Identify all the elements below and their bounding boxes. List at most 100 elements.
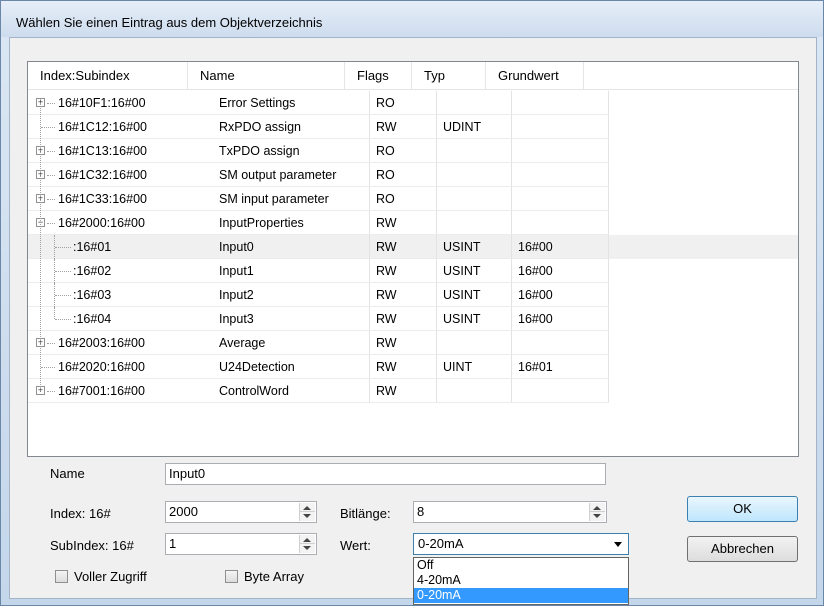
row-index-text: :16#02 bbox=[73, 264, 112, 278]
column-header-index[interactable]: Index:Subindex bbox=[28, 62, 188, 90]
value-selected: 0-20mA bbox=[418, 536, 464, 551]
row-name-cell: ControlWord bbox=[213, 379, 370, 403]
row-default-cell: 16#00 bbox=[512, 283, 609, 307]
tree-connector-line bbox=[54, 307, 55, 319]
row-index-cell: 16#1C12:16#00 bbox=[28, 115, 213, 139]
row-flags-cell: RW bbox=[370, 115, 437, 139]
row-type-cell bbox=[437, 331, 512, 355]
row-name-cell: InputProperties bbox=[213, 211, 370, 235]
row-index-cell: 16#2020:16#00 bbox=[28, 355, 213, 379]
column-header-type[interactable]: Typ bbox=[412, 62, 486, 90]
row-flags-cell: RO bbox=[370, 139, 437, 163]
tree-connector-line bbox=[47, 343, 55, 344]
object-directory-tree[interactable]: Index:Subindex Name Flags Typ Grundwert … bbox=[27, 61, 799, 457]
value-option-off[interactable]: Off bbox=[414, 558, 628, 573]
tree-connector-line bbox=[41, 127, 55, 128]
byte-array-checkbox[interactable] bbox=[225, 570, 238, 583]
row-index-cell: +16#1C32:16#00 bbox=[28, 163, 213, 187]
row-flags-cell: RW bbox=[370, 235, 437, 259]
value-combobox[interactable]: 0-20mA bbox=[413, 533, 629, 555]
row-default-cell bbox=[512, 211, 609, 235]
row-index-cell: −16#2000:16#00 bbox=[28, 211, 213, 235]
row-name-cell: Input3 bbox=[213, 307, 370, 331]
subindex-spinner[interactable] bbox=[299, 535, 315, 553]
tree-row[interactable]: :16#02 Input1 RW USINT 16#00 bbox=[28, 259, 798, 283]
full-access-checkbox[interactable] bbox=[55, 570, 68, 583]
row-index-text: 16#1C33:16#00 bbox=[58, 192, 147, 206]
bitlength-value: 8 bbox=[417, 504, 425, 519]
subindex-field[interactable]: 1 bbox=[165, 533, 317, 555]
tree-connector-line bbox=[41, 367, 55, 368]
tree-row[interactable]: −16#2000:16#00 InputProperties RW bbox=[28, 211, 798, 235]
ok-button[interactable]: OK bbox=[687, 496, 798, 522]
column-header-flags[interactable]: Flags bbox=[345, 62, 412, 90]
row-flags-cell: RW bbox=[370, 307, 437, 331]
row-type-cell bbox=[437, 139, 512, 163]
value-option-4-20ma[interactable]: 4-20mA bbox=[414, 573, 628, 588]
row-name-cell: Error Settings bbox=[213, 91, 370, 115]
tree-connector-line bbox=[55, 319, 71, 320]
row-name-cell: U24Detection bbox=[213, 355, 370, 379]
dialog-title: Wählen Sie einen Eintrag aus dem Objektv… bbox=[16, 15, 323, 30]
bitlength-field[interactable]: 8 bbox=[413, 501, 607, 523]
row-index-cell: +16#10F1:16#00 bbox=[28, 91, 213, 115]
row-default-cell bbox=[512, 139, 609, 163]
column-header-default[interactable]: Grundwert bbox=[486, 62, 584, 90]
tree-connector-line bbox=[55, 295, 71, 296]
subindex-label: SubIndex: 16# bbox=[50, 538, 134, 553]
tree-row[interactable]: +16#10F1:16#00 Error Settings RO bbox=[28, 91, 798, 115]
index-spinner[interactable] bbox=[299, 503, 315, 521]
row-default-cell: 16#00 bbox=[512, 235, 609, 259]
row-name-cell: Average bbox=[213, 331, 370, 355]
row-index-text: :16#01 bbox=[73, 240, 112, 254]
row-index-text: 16#2020:16#00 bbox=[58, 360, 145, 374]
row-default-cell: 16#01 bbox=[512, 355, 609, 379]
row-type-cell bbox=[437, 211, 512, 235]
index-value: 2000 bbox=[169, 504, 198, 519]
tree-row[interactable]: 16#2020:16#00 U24Detection RW UINT 16#01 bbox=[28, 355, 798, 379]
tree-row[interactable]: +16#1C32:16#00 SM output parameter RO bbox=[28, 163, 798, 187]
row-type-cell: USINT bbox=[437, 307, 512, 331]
row-flags-cell: RW bbox=[370, 379, 437, 403]
row-index-text: 16#1C32:16#00 bbox=[58, 168, 147, 182]
tree-row[interactable]: 16#1C12:16#00 RxPDO assign RW UDINT bbox=[28, 115, 798, 139]
chevron-down-icon[interactable] bbox=[614, 542, 622, 547]
row-default-cell: 16#00 bbox=[512, 259, 609, 283]
row-index-cell: :16#03 bbox=[28, 283, 213, 307]
value-option-0-20ma[interactable]: 0-20mA bbox=[414, 588, 628, 603]
name-field[interactable]: Input0 bbox=[165, 463, 606, 485]
byte-array-label: Byte Array bbox=[244, 569, 304, 584]
value-dropdown-list: Off 4-20mA 0-20mA bbox=[413, 557, 629, 605]
bitlength-label: Bitlänge: bbox=[340, 506, 391, 521]
tree-row[interactable]: :16#04 Input3 RW USINT 16#00 bbox=[28, 307, 798, 331]
row-type-cell: UINT bbox=[437, 355, 512, 379]
row-type-cell: USINT bbox=[437, 283, 512, 307]
row-index-text: 16#10F1:16#00 bbox=[58, 96, 146, 110]
index-field[interactable]: 2000 bbox=[165, 501, 317, 523]
row-flags-cell: RO bbox=[370, 163, 437, 187]
row-index-text: :16#04 bbox=[73, 312, 112, 326]
tree-row[interactable]: :16#03 Input2 RW USINT 16#00 bbox=[28, 283, 798, 307]
row-index-text: 16#1C12:16#00 bbox=[58, 120, 147, 134]
row-name-cell: Input1 bbox=[213, 259, 370, 283]
cancel-button[interactable]: Abbrechen bbox=[687, 536, 798, 562]
tree-row[interactable]: +16#1C33:16#00 SM input parameter RO bbox=[28, 187, 798, 211]
row-index-cell: +16#1C13:16#00 bbox=[28, 139, 213, 163]
row-index-cell: :16#02 bbox=[28, 259, 213, 283]
row-index-cell: :16#01 bbox=[28, 235, 213, 259]
tree-connector-line bbox=[47, 223, 55, 224]
tree-row[interactable]: +16#7001:16#00 ControlWord RW bbox=[28, 379, 798, 403]
index-label: Index: 16# bbox=[50, 506, 111, 521]
row-name-cell: Input0 bbox=[213, 235, 370, 259]
bitlength-spinner[interactable] bbox=[589, 503, 605, 521]
row-type-cell bbox=[437, 379, 512, 403]
row-name-cell: Input2 bbox=[213, 283, 370, 307]
column-header-name[interactable]: Name bbox=[188, 62, 345, 90]
row-default-cell bbox=[512, 379, 609, 403]
tree-connector-line bbox=[55, 271, 71, 272]
tree-row[interactable]: :16#01 Input0 RW USINT 16#00 bbox=[28, 235, 798, 259]
tree-row[interactable]: +16#2003:16#00 Average RW bbox=[28, 331, 798, 355]
value-label: Wert: bbox=[340, 538, 371, 553]
dialog-window: Wählen Sie einen Eintrag aus dem Objektv… bbox=[0, 0, 824, 606]
tree-row[interactable]: +16#1C13:16#00 TxPDO assign RO bbox=[28, 139, 798, 163]
